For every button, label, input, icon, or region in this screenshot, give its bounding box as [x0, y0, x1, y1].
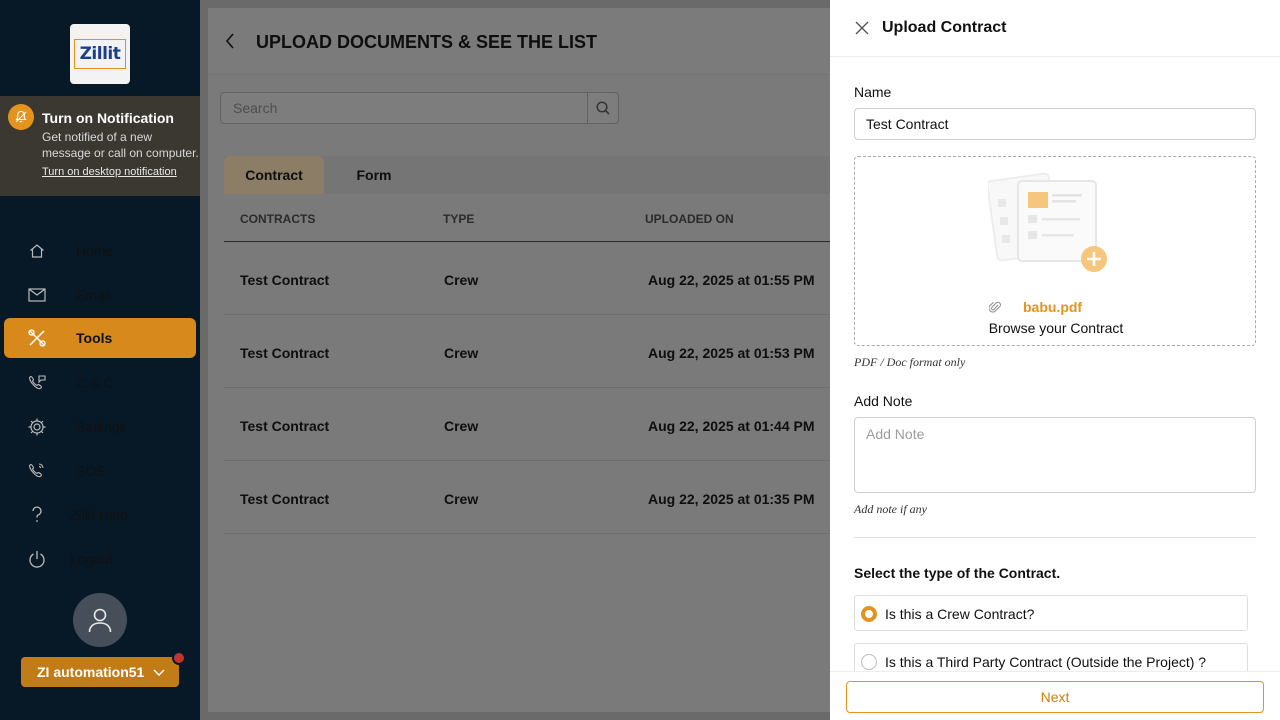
uploaded-on: Aug 22, 2025 at 01:55 PM [648, 272, 815, 288]
sidebar-item-label: Zillit Help [70, 507, 128, 523]
name-label: Name [854, 84, 892, 100]
sidebar-item-tools[interactable]: Tools [4, 318, 196, 358]
format-hint: PDF / Doc format only [854, 355, 966, 369]
sidebar-item-zillit-help[interactable]: Zillit Help [4, 495, 196, 535]
chevron-down-icon [153, 665, 165, 682]
note-field[interactable] [854, 417, 1256, 493]
user-name: ZI automation51 [37, 664, 145, 680]
sidebar-item-logout[interactable]: Logout [4, 539, 196, 579]
contract-name: Test Contract [240, 418, 330, 434]
table-row[interactable]: Test Contract Crew Aug 22, 2025 at 01:35… [224, 461, 830, 534]
user-menu-button[interactable]: ZI automation51 [21, 657, 179, 687]
page-header: UPLOAD DOCUMENTS & SEE THE LIST [208, 8, 830, 75]
file-upload-dropzone[interactable]: babu.pdf Browse your Contract [854, 156, 1256, 346]
search-input[interactable] [221, 93, 588, 123]
note-hint: Add note if any [854, 502, 927, 516]
sidebar-item-label: Settings [76, 419, 127, 435]
table-row[interactable]: Test Contract Crew Aug 22, 2025 at 01:53… [224, 315, 830, 388]
column-header: CONTRACTS [240, 212, 316, 226]
sidebar-item-label: Logout [70, 551, 113, 567]
sidebar: Zillit Turn on Notification Get notified… [0, 0, 200, 720]
sidebar-item-label: Home [76, 243, 114, 259]
search-bar [220, 92, 619, 124]
search-icon [596, 101, 610, 115]
search-button[interactable] [587, 93, 618, 123]
tabs: Contract Form [224, 156, 830, 194]
close-icon[interactable] [854, 20, 870, 41]
page-title: UPLOAD DOCUMENTS & SEE THE LIST [256, 32, 598, 52]
notification-text: Get notified of a new message or call on… [42, 130, 199, 160]
contract-name: Test Contract [240, 272, 330, 288]
back-arrow-icon[interactable] [224, 32, 236, 55]
table-row[interactable]: Test Contract Crew Aug 22, 2025 at 01:55… [224, 242, 830, 315]
status-badge [172, 651, 186, 665]
tab-contract[interactable]: Contract [224, 156, 324, 194]
browse-contract-link[interactable]: Browse your Contract [855, 320, 1257, 336]
gear-icon [26, 416, 48, 438]
table-header: CONTRACTS TYPE UPLOADED ON [224, 194, 830, 242]
option-label: Is this a Crew Contract? [885, 606, 1035, 622]
contract-name: Test Contract [240, 491, 330, 507]
phone-alert-icon [26, 460, 48, 482]
crew-contract-option[interactable]: Is this a Crew Contract? [854, 595, 1248, 631]
enable-notification-link[interactable]: Turn on desktop notification [42, 166, 177, 178]
notification-title: Turn on Notification [42, 110, 174, 126]
sidebar-item-sos[interactable]: SOS [4, 451, 196, 491]
drawer-header: Upload Contract [830, 0, 1280, 57]
sidebar-item-cc[interactable]: C & C [4, 363, 196, 403]
app-logo[interactable]: Zillit [70, 24, 130, 84]
power-icon [26, 548, 48, 570]
mail-icon [26, 284, 48, 306]
uploaded-on: Aug 22, 2025 at 01:44 PM [648, 418, 815, 434]
question-icon [26, 504, 48, 526]
home-icon [26, 240, 48, 262]
sidebar-item-settings[interactable]: Settings [4, 407, 196, 447]
sidebar-item-label: Email [76, 287, 112, 303]
contract-name: Test Contract [240, 345, 330, 361]
main-overlay: UPLOAD DOCUMENTS & SEE THE LIST Contract… [200, 0, 830, 720]
contract-type: Crew [444, 418, 479, 434]
contract-type: Crew [444, 272, 479, 288]
sidebar-item-label: C & C [76, 375, 114, 391]
contract-type: Crew [444, 491, 479, 507]
next-button[interactable]: Next [846, 681, 1264, 713]
user-icon [88, 608, 112, 633]
selected-file: babu.pdf [855, 299, 1257, 315]
main-content: UPLOAD DOCUMENTS & SEE THE LIST Contract… [208, 8, 830, 712]
avatar[interactable] [73, 593, 127, 647]
divider [854, 537, 1256, 538]
drawer-footer: Next [830, 671, 1280, 720]
file-name[interactable]: babu.pdf [1023, 299, 1082, 315]
paperclip-icon [988, 300, 1001, 319]
sidebar-item-label: Tools [76, 330, 113, 346]
table-row[interactable]: Test Contract Crew Aug 22, 2025 at 01:44… [224, 388, 830, 461]
upload-contract-drawer: Upload Contract Name babu.pdf Browse you… [830, 0, 1280, 720]
notification-banner: Turn on Notification Get notified of a n… [0, 96, 200, 196]
bell-off-icon [8, 104, 34, 130]
note-label: Add Note [854, 393, 913, 409]
radio-unchecked[interactable] [861, 654, 877, 670]
document-upload-icon [988, 172, 1107, 272]
tab-form[interactable]: Form [324, 156, 424, 194]
drawer-title: Upload Contract [882, 19, 1007, 36]
sidebar-item-home[interactable]: Home [4, 231, 196, 271]
name-field[interactable] [854, 108, 1256, 140]
column-header: TYPE [443, 212, 475, 226]
sidebar-item-label: SOS [76, 463, 106, 479]
column-header: UPLOADED ON [645, 212, 734, 226]
contract-type-question: Select the type of the Contract. [854, 565, 1061, 581]
radio-checked[interactable] [861, 606, 877, 622]
uploaded-on: Aug 22, 2025 at 01:35 PM [648, 491, 815, 507]
uploaded-on: Aug 22, 2025 at 01:53 PM [648, 345, 815, 361]
option-label: Is this a Third Party Contract (Outside … [885, 654, 1207, 670]
tools-icon [26, 327, 48, 349]
sidebar-item-email[interactable]: Email [4, 275, 196, 315]
phone-chat-icon [26, 372, 48, 394]
logo-text: Zillit [73, 39, 127, 69]
contract-type: Crew [444, 345, 479, 361]
